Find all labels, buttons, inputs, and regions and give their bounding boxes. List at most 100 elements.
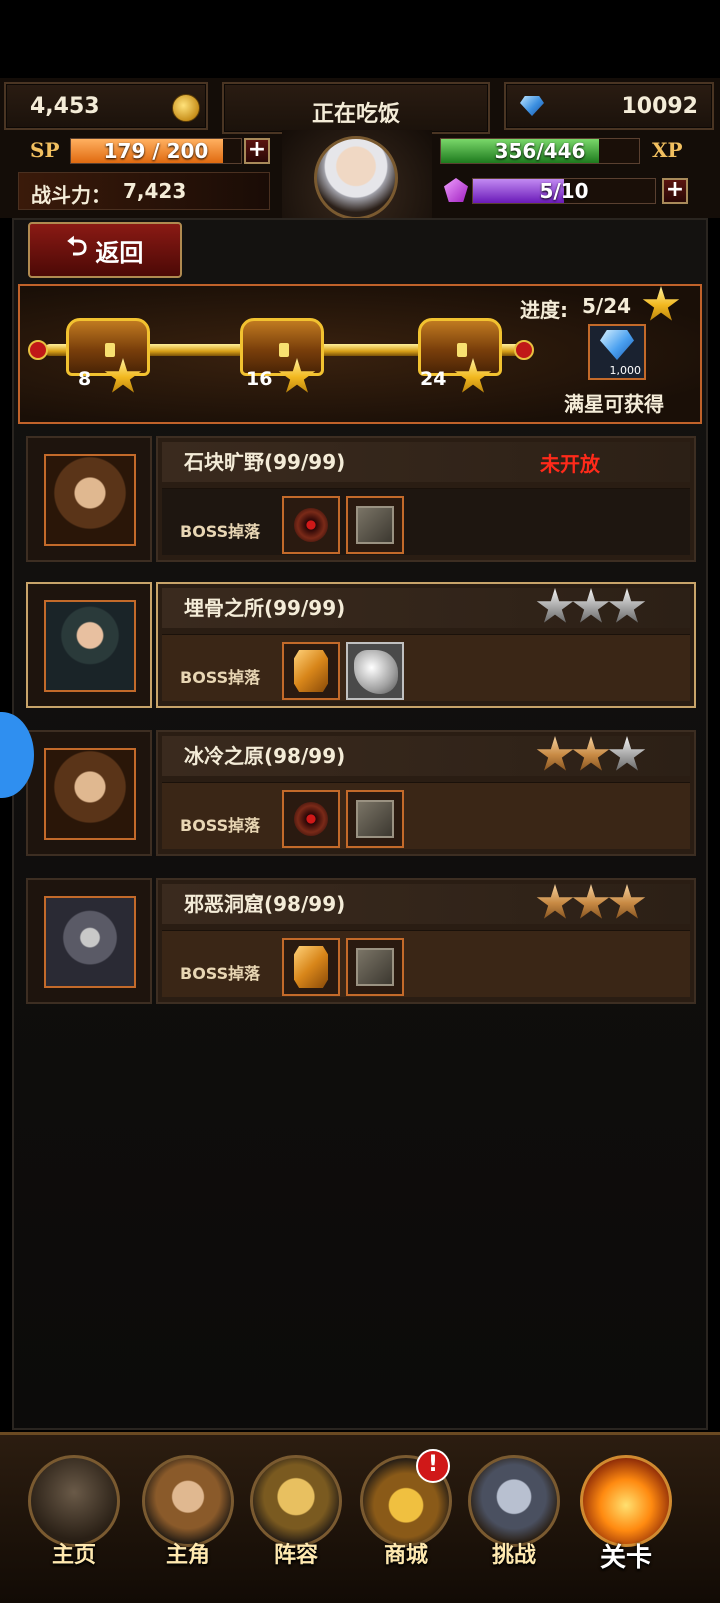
stage-name: 石块旷野(99/99) bbox=[184, 450, 346, 474]
hero-icon bbox=[142, 1455, 234, 1547]
nav-label: 挑战 bbox=[491, 1543, 536, 1568]
crossed-axes-icon bbox=[468, 1455, 560, 1547]
energy-crystal-icon bbox=[444, 178, 468, 202]
sp-plus-button[interactable]: + bbox=[244, 138, 270, 164]
milestone-1-count: 8 bbox=[78, 368, 92, 390]
gold-coin-icon bbox=[172, 94, 200, 122]
fire-emblem-icon bbox=[580, 1455, 672, 1547]
reward-diamond-box[interactable]: 1,000 bbox=[588, 324, 646, 380]
energy-row: 5/10 + bbox=[440, 174, 690, 208]
stage-info: 埋骨之所(99/99) BOSS掉落 bbox=[156, 582, 696, 708]
amber-gem-icon bbox=[294, 650, 328, 692]
sp-bar: 179 / 200 bbox=[70, 138, 242, 164]
rail-end-right bbox=[514, 340, 534, 360]
progress-label: 进度: bbox=[520, 298, 568, 322]
star-progress-panel: 8 16 24 进度: 5/24 1,000 满星可获得 bbox=[18, 284, 702, 424]
progress-star-icon bbox=[642, 286, 680, 321]
stage-locked-label: 未开放 bbox=[540, 452, 600, 476]
energy-plus-button[interactable]: + bbox=[662, 178, 688, 204]
drop-item[interactable] bbox=[282, 496, 340, 554]
status-text: 正在吃饭 bbox=[311, 102, 400, 127]
milestone-3-count: 24 bbox=[420, 368, 447, 390]
boss-portrait bbox=[44, 896, 136, 988]
stage-info: 冰冷之原(98/99) BOSS掉落 bbox=[156, 730, 696, 856]
stage-info: 石块旷野(99/99) 未开放 BOSS掉落 bbox=[156, 436, 696, 562]
nav-label: 主页 bbox=[51, 1543, 96, 1568]
boss-portrait bbox=[44, 748, 136, 840]
nav-lineup[interactable]: 阵容 bbox=[246, 1451, 346, 1577]
drop-item[interactable] bbox=[346, 496, 404, 554]
top-hud: 4,453 正在吃饭 10092 SP 179 / 200 + 战斗力： 7,4… bbox=[0, 78, 720, 220]
nav-label: 主角 bbox=[165, 1543, 210, 1568]
xp-bar: 356/446 bbox=[440, 138, 640, 164]
silver-ore-icon bbox=[354, 650, 398, 694]
combat-power: 战斗力： 7,423 bbox=[18, 172, 270, 210]
sp-row: SP 179 / 200 + bbox=[18, 136, 270, 168]
blood-orb-icon bbox=[294, 802, 328, 836]
stage-name: 冰冷之原(98/99) bbox=[184, 744, 346, 768]
back-button[interactable]: ⮌ 返回 bbox=[28, 222, 182, 278]
stage-name: 邪恶洞窟(98/99) bbox=[184, 892, 346, 916]
boss-portrait bbox=[44, 454, 136, 546]
avatar bbox=[314, 136, 398, 220]
stage-portrait-frame bbox=[26, 730, 152, 856]
stage-portrait-frame bbox=[26, 436, 152, 562]
nav-shop[interactable]: ! 商城 bbox=[356, 1449, 456, 1577]
reward-text: 满星可获得 bbox=[564, 392, 664, 416]
boss-drop-label: BOSS掉落 bbox=[180, 522, 261, 541]
combat-label: 战斗力： bbox=[31, 183, 111, 207]
drop-item[interactable] bbox=[282, 642, 340, 700]
drop-item[interactable] bbox=[346, 642, 404, 700]
gold-value: 4,453 bbox=[30, 94, 100, 119]
boss-drop-label: BOSS掉落 bbox=[180, 816, 261, 835]
tome-icon bbox=[356, 948, 394, 986]
reward-amount: 1,000 bbox=[609, 364, 642, 377]
diamond-counter: 10092 bbox=[504, 82, 714, 130]
stage-row[interactable]: 冰冷之原(98/99) BOSS掉落 bbox=[22, 730, 702, 864]
nav-challenge[interactable]: 挑战 bbox=[464, 1451, 564, 1577]
diamond-icon bbox=[520, 96, 544, 116]
drop-item[interactable] bbox=[346, 938, 404, 996]
stage-row[interactable]: 邪恶洞窟(98/99) BOSS掉落 bbox=[22, 878, 702, 1012]
nav-hero[interactable]: 主角 bbox=[138, 1451, 238, 1577]
drop-item[interactable] bbox=[346, 790, 404, 848]
back-arrow-icon: ⮌ bbox=[66, 232, 88, 262]
milestone-2-count: 16 bbox=[246, 368, 273, 390]
stage-info: 邪恶洞窟(98/99) BOSS掉落 bbox=[156, 878, 696, 1004]
stage-row[interactable]: 石块旷野(99/99) 未开放 BOSS掉落 bbox=[22, 436, 702, 570]
castle-icon bbox=[28, 1455, 120, 1547]
bottom-nav: 主页 主角 阵容 ! 商城 挑战 关卡 bbox=[0, 1432, 720, 1603]
progress-value: 5/24 bbox=[582, 294, 632, 318]
back-button-label: 返回 bbox=[95, 238, 144, 267]
boss-portrait bbox=[44, 600, 136, 692]
tome-icon bbox=[356, 506, 394, 544]
drop-item[interactable] bbox=[282, 938, 340, 996]
drop-item[interactable] bbox=[282, 790, 340, 848]
avatar-frame[interactable] bbox=[282, 130, 432, 220]
notification-badge: ! bbox=[416, 1449, 450, 1483]
reward-diamond-icon bbox=[600, 330, 634, 360]
amber-gem-icon bbox=[294, 946, 328, 988]
sp-value: 179 / 200 bbox=[103, 139, 209, 163]
nav-stages[interactable]: 关卡 bbox=[576, 1451, 676, 1577]
stage-portrait-frame bbox=[26, 582, 152, 708]
stage-name: 埋骨之所(99/99) bbox=[184, 596, 346, 620]
nav-label: 关卡 bbox=[599, 1543, 652, 1573]
boss-drop-label: BOSS掉落 bbox=[180, 964, 261, 983]
blood-orb-icon bbox=[294, 508, 328, 542]
rail-end-left bbox=[28, 340, 48, 360]
xp-value: 356/446 bbox=[494, 139, 586, 163]
boss-drop-label: BOSS掉落 bbox=[180, 668, 261, 687]
nav-home[interactable]: 主页 bbox=[24, 1451, 124, 1577]
xp-row: 356/446 XP bbox=[440, 136, 690, 168]
stage-row[interactable]: 埋骨之所(99/99) BOSS掉落 bbox=[22, 582, 702, 716]
gold-counter: 4,453 bbox=[4, 82, 208, 130]
nav-label: 商城 bbox=[383, 1543, 428, 1568]
energy-bar: 5/10 bbox=[472, 178, 656, 204]
stage-portrait-frame bbox=[26, 878, 152, 1004]
energy-value: 5/10 bbox=[539, 179, 589, 203]
combat-value: 7,423 bbox=[123, 179, 187, 203]
helmet-icon bbox=[250, 1455, 342, 1547]
diamond-value: 10092 bbox=[621, 94, 698, 119]
nav-label: 阵容 bbox=[273, 1543, 318, 1568]
